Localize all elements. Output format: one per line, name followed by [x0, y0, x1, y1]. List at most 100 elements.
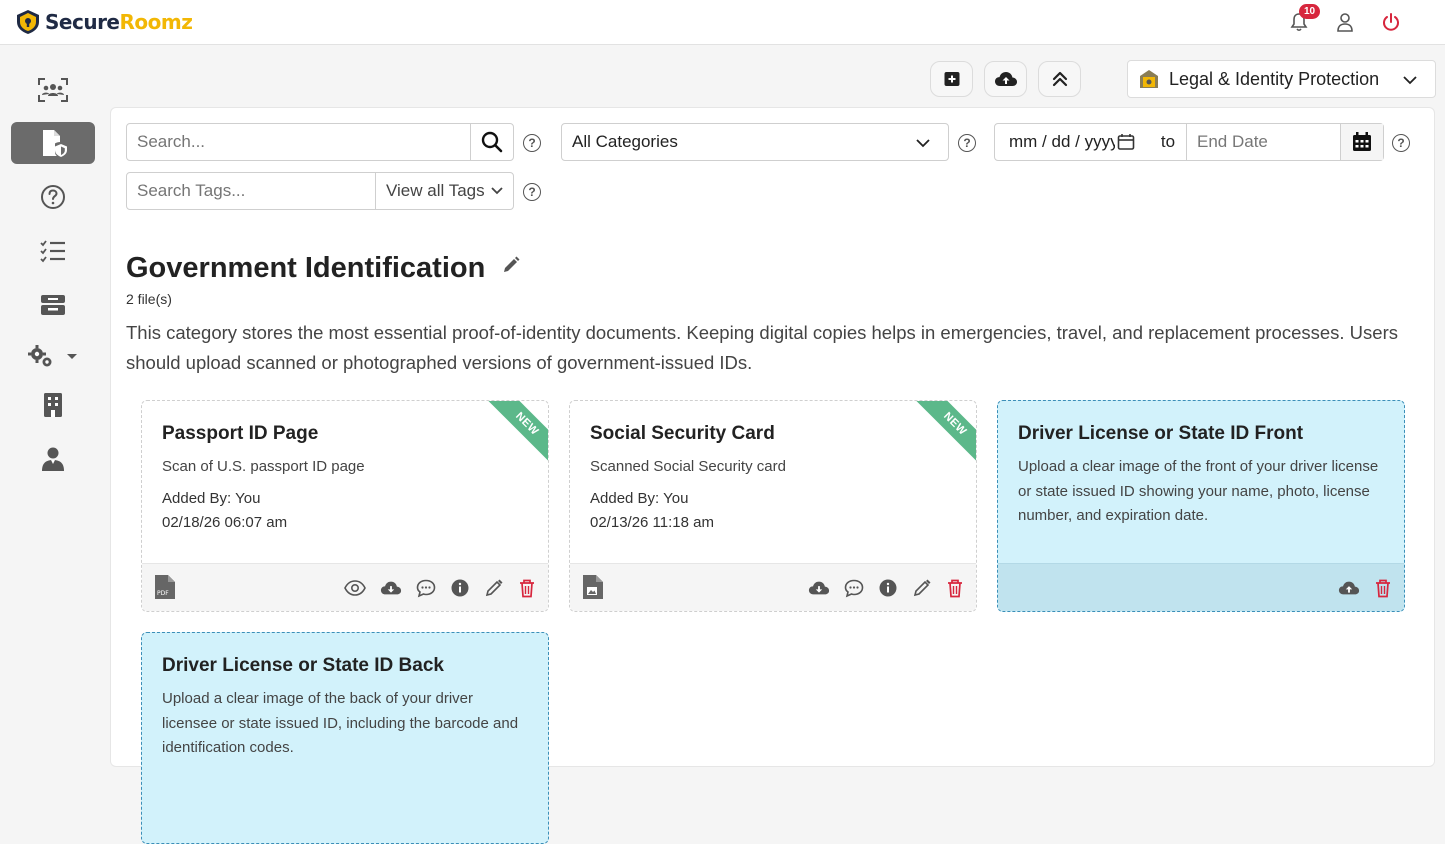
building-icon	[44, 393, 62, 417]
search-button[interactable]	[470, 124, 513, 160]
card-title: Driver License or State ID Back	[162, 655, 444, 676]
notification-count-badge: 10	[1299, 4, 1321, 19]
app-logo[interactable]: Secure Roomz	[14, 8, 193, 36]
category-title: Government Identification	[126, 252, 521, 285]
profile-button[interactable]	[1335, 11, 1355, 33]
end-date-input[interactable]: End Date	[1186, 123, 1384, 161]
person-icon	[42, 447, 64, 471]
document-card[interactable]: NEW Social Security Card Scanned Social …	[569, 400, 977, 612]
cloud-download-icon[interactable]	[808, 578, 830, 598]
room-selector[interactable]: Legal & Identity Protection	[1127, 60, 1436, 98]
card-added-by: Added By: You	[162, 490, 261, 507]
view-all-tags-button[interactable]: View all Tags	[375, 172, 514, 210]
room-name: Legal & Identity Protection	[1169, 68, 1380, 89]
notifications-button[interactable]: 10	[1289, 4, 1321, 33]
pencil-edit-icon[interactable]	[501, 255, 521, 275]
power-icon	[1383, 13, 1399, 31]
sidebar-item-documents[interactable]	[11, 122, 95, 164]
logout-button[interactable]	[1381, 11, 1401, 33]
search-input[interactable]	[127, 125, 467, 159]
category-select[interactable]: All Categories	[561, 123, 949, 161]
card-footer	[998, 563, 1404, 611]
tags-search-box	[126, 172, 376, 210]
calendar-button[interactable]	[1340, 124, 1383, 160]
card-footer	[570, 563, 976, 611]
card-date: 02/13/26 11:18 am	[590, 514, 714, 531]
sidebar	[0, 46, 110, 756]
cloud-upload-icon	[994, 72, 1017, 86]
collapse-all-button[interactable]	[1038, 61, 1081, 97]
image-file-icon[interactable]	[581, 574, 605, 600]
card-title: Social Security Card	[590, 423, 775, 444]
user-icon	[1337, 13, 1353, 32]
info-icon[interactable]	[878, 578, 898, 598]
card-footer: PDF	[142, 563, 548, 611]
category-description: This category stores the most essential …	[126, 322, 1398, 373]
calendar-icon	[1353, 132, 1371, 151]
start-date-placeholder: mm / dd / yyyy	[1009, 132, 1115, 151]
sidebar-item-building[interactable]	[11, 384, 95, 426]
search-box	[126, 123, 514, 161]
required-document-card[interactable]: Driver License or State ID Back Upload a…	[141, 632, 549, 844]
app-name-part1: Secure	[45, 10, 120, 34]
date-help-icon[interactable]: ?	[1392, 134, 1410, 152]
chevron-down-icon	[490, 187, 503, 195]
app-name-part2: Roomz	[119, 10, 193, 34]
question-circle-icon	[41, 185, 65, 209]
card-description: Scan of U.S. passport ID page	[162, 458, 365, 475]
caret-down-icon	[67, 354, 77, 359]
svg-text:PDF: PDF	[157, 590, 169, 597]
comment-icon[interactable]	[416, 578, 436, 598]
trash-delete-icon[interactable]	[946, 578, 964, 598]
document-shield-icon	[43, 130, 67, 157]
to-label-box: to	[1149, 123, 1187, 161]
cloud-download-icon[interactable]	[380, 578, 402, 598]
end-date-placeholder: End Date	[1197, 132, 1268, 151]
category-title-text: Government Identification	[126, 252, 486, 284]
category-help-icon[interactable]: ?	[958, 134, 976, 152]
sidebar-item-tasks[interactable]	[11, 230, 95, 272]
add-file-button[interactable]	[930, 61, 973, 97]
calendar-outline-icon	[1117, 134, 1135, 150]
card-date: 02/18/26 06:07 am	[162, 514, 288, 531]
inbox-tray-icon	[41, 295, 65, 315]
sidebar-item-settings[interactable]	[11, 336, 95, 378]
chevron-down-icon	[916, 139, 930, 148]
card-added-by: Added By: You	[590, 490, 689, 507]
sidebar-item-help[interactable]	[11, 176, 95, 218]
to-label: to	[1160, 132, 1176, 151]
eye-view-icon[interactable]	[344, 578, 366, 598]
pdf-file-icon[interactable]: PDF	[153, 574, 177, 600]
tags-help-icon[interactable]: ?	[523, 183, 541, 201]
edit-pencil-icon[interactable]	[484, 578, 504, 598]
chevron-down-icon	[1403, 76, 1417, 85]
sidebar-item-inbox[interactable]	[11, 284, 95, 326]
category-value: All Categories	[572, 132, 678, 151]
tags-search-input[interactable]	[127, 174, 367, 208]
double-chevron-up-icon	[1052, 71, 1067, 87]
trash-delete-icon[interactable]	[1374, 578, 1392, 598]
card-title: Passport ID Page	[162, 423, 319, 444]
cloud-upload-icon[interactable]	[1338, 578, 1360, 598]
file-plus-icon	[944, 72, 959, 86]
vault-icon	[1140, 70, 1158, 88]
sidebar-item-contacts[interactable]	[11, 438, 95, 480]
file-count: 2 file(s)	[126, 291, 172, 307]
trash-delete-icon[interactable]	[518, 578, 536, 598]
document-card[interactable]: NEW Passport ID Page Scan of U.S. passpo…	[141, 400, 549, 612]
sidebar-item-members[interactable]	[11, 69, 95, 111]
search-icon	[481, 131, 503, 153]
edit-pencil-icon[interactable]	[912, 578, 932, 598]
required-document-card[interactable]: Driver License or State ID Front Upload …	[997, 400, 1405, 612]
search-help-icon[interactable]: ?	[523, 134, 541, 152]
card-description: Upload a clear image of the back of your…	[162, 690, 519, 756]
card-title: Driver License or State ID Front	[1018, 423, 1304, 444]
upload-button[interactable]	[984, 61, 1027, 97]
checklist-icon	[40, 240, 65, 263]
info-icon[interactable]	[450, 578, 470, 598]
group-users-icon	[38, 78, 68, 102]
gears-icon	[28, 345, 52, 367]
start-date-input[interactable]: mm / dd / yyyy	[994, 123, 1150, 161]
comment-icon[interactable]	[844, 578, 864, 598]
top-bar: Secure Roomz 10	[0, 0, 1445, 45]
